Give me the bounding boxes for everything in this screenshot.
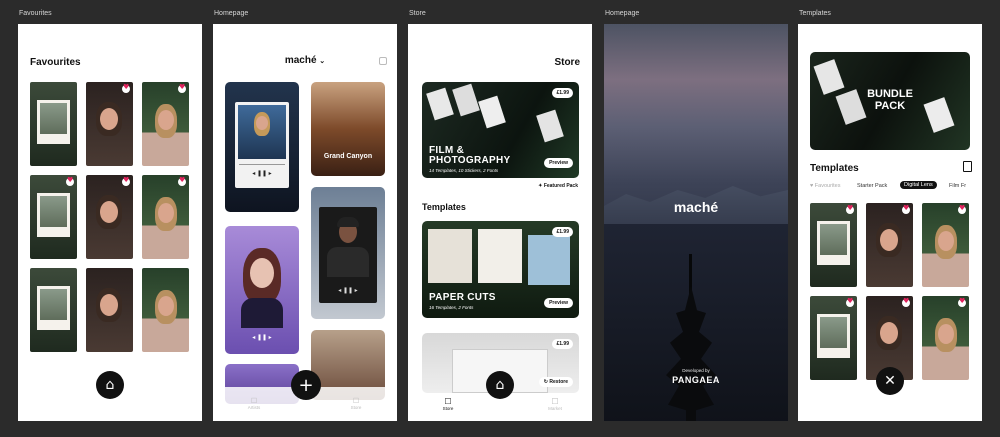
price-badge: £1.99 bbox=[552, 339, 573, 349]
tab-store[interactable]: ☐ Store bbox=[341, 397, 371, 410]
sparkle-icon: ✦ bbox=[538, 183, 543, 189]
template-thumb[interactable] bbox=[86, 268, 133, 352]
instagram-icon[interactable] bbox=[379, 57, 387, 65]
bundle-title: BUNDLE PACK bbox=[867, 88, 913, 112]
template-thumb[interactable] bbox=[30, 268, 77, 352]
template-thumb[interactable] bbox=[810, 296, 857, 380]
grand-canyon-card[interactable]: Grand Canyon bbox=[311, 82, 385, 176]
developer-logo: PANGAEA bbox=[672, 375, 720, 385]
polaroid bbox=[37, 286, 70, 330]
template-thumb[interactable] bbox=[866, 203, 913, 287]
frame-label-favourites: Favourites bbox=[19, 10, 52, 17]
splash-screen: maché Developed by PANGAEA bbox=[604, 24, 788, 421]
heart-icon[interactable] bbox=[902, 297, 910, 307]
add-button[interactable]: + bbox=[291, 370, 321, 400]
template-thumb[interactable] bbox=[142, 268, 189, 352]
filter-favourites[interactable]: ♥ Favourites bbox=[810, 183, 840, 189]
music-card[interactable]: ◂ ❚❚ ▸ bbox=[225, 82, 299, 212]
template-thumb[interactable] bbox=[86, 175, 133, 259]
polaroid bbox=[37, 193, 70, 237]
polaroid bbox=[817, 221, 850, 265]
media-controls-icon[interactable]: ◂ ❚❚ ▸ bbox=[225, 334, 299, 341]
pack-subtitle: 14 Templates, 10 Stickers, 2 Fonts bbox=[429, 168, 499, 173]
page-title: Favourites bbox=[30, 57, 81, 68]
paper-cuts-pack-card[interactable]: £1.99 PAPER CUTS 16 Templates, 2 Fonts P… bbox=[422, 221, 579, 318]
filter-digital-lens[interactable]: Digital Lens bbox=[900, 181, 937, 189]
bag-icon: ☐ bbox=[352, 398, 360, 405]
tab-artists[interactable]: ☐ Artists bbox=[239, 397, 269, 410]
card-title: Grand Canyon bbox=[323, 153, 373, 160]
heart-icon[interactable] bbox=[958, 204, 966, 214]
media-controls-icon[interactable]: ◂ ❚❚ ▸ bbox=[235, 170, 289, 177]
brand-logo: maché bbox=[673, 199, 719, 215]
page-title: Templates bbox=[810, 163, 859, 174]
restore-button[interactable]: ↻ Restore bbox=[538, 377, 573, 387]
template-thumb[interactable] bbox=[86, 82, 133, 166]
pack-title: FILM & PHOTOGRAPHY bbox=[429, 145, 511, 166]
heart-icon[interactable] bbox=[178, 176, 186, 186]
refresh-icon: ↻ bbox=[543, 379, 548, 385]
template-thumb[interactable] bbox=[922, 203, 969, 287]
film-photography-pack-card[interactable]: £1.99 FILM & PHOTOGRAPHY 14 Templates, 1… bbox=[422, 82, 579, 178]
filter-film-frames[interactable]: Film Fr bbox=[949, 183, 966, 189]
template-thumb[interactable] bbox=[30, 175, 77, 259]
close-button[interactable]: ✕ bbox=[876, 367, 904, 395]
template-thumb[interactable] bbox=[142, 82, 189, 166]
music-card[interactable]: ◂ ❚❚ ▸ bbox=[311, 187, 385, 319]
template-thumb[interactable] bbox=[142, 175, 189, 259]
frame-label-templates: Templates bbox=[799, 10, 831, 17]
homepage-feed-screen: maché ⌄ ◂ ❚❚ ▸ Grand Canyon ◂ ❚❚ ▸ ◂ ❚❚ … bbox=[213, 24, 397, 421]
favourites-screen: Favourites ⌂ bbox=[18, 24, 202, 421]
pack-title: PAPER CUTS bbox=[429, 292, 496, 303]
preview-button[interactable]: Preview bbox=[544, 158, 573, 168]
heart-icon[interactable] bbox=[902, 204, 910, 214]
template-thumb[interactable] bbox=[922, 296, 969, 380]
frame-label-homepage: Homepage bbox=[214, 10, 249, 17]
filter-starter-pack[interactable]: Starter Pack bbox=[857, 183, 887, 189]
templates-screen: BUNDLE PACK Templates ♥ Favourites Start… bbox=[798, 24, 982, 421]
heart-icon[interactable] bbox=[178, 83, 186, 93]
page-title: Store bbox=[554, 57, 580, 68]
bag-icon[interactable] bbox=[963, 161, 972, 172]
brand-header[interactable]: maché ⌄ bbox=[213, 55, 397, 66]
section-title: Templates bbox=[422, 202, 466, 212]
template-thumb[interactable] bbox=[30, 82, 77, 166]
brand-logo: maché bbox=[284, 55, 317, 66]
preview-button[interactable]: Preview bbox=[544, 298, 573, 308]
heart-icon[interactable] bbox=[958, 297, 966, 307]
music-card[interactable]: ◂ ❚❚ ▸ bbox=[225, 226, 299, 354]
shop-icon: ☐ bbox=[551, 397, 559, 406]
tab-store[interactable]: ☐ Store bbox=[433, 397, 463, 411]
frame-label-homepage-splash: Homepage bbox=[605, 10, 640, 17]
store-screen: Store £1.99 FILM & PHOTOGRAPHY 14 Templa… bbox=[408, 24, 592, 421]
heart-icon[interactable] bbox=[122, 83, 130, 93]
home-button[interactable]: ⌂ bbox=[96, 371, 124, 399]
pack-subtitle: 16 Templates, 2 Fonts bbox=[429, 305, 474, 310]
home-icon: ⌂ bbox=[495, 377, 505, 393]
heart-icon[interactable] bbox=[846, 297, 854, 307]
heart-icon[interactable] bbox=[846, 204, 854, 214]
heart-icon[interactable] bbox=[66, 176, 74, 186]
user-icon: ☐ bbox=[250, 398, 258, 405]
price-badge: £1.99 bbox=[552, 227, 573, 237]
media-controls-icon[interactable]: ◂ ❚❚ ▸ bbox=[319, 287, 377, 294]
polaroid bbox=[37, 100, 70, 144]
bag-icon: ☐ bbox=[444, 397, 452, 406]
template-thumb[interactable] bbox=[810, 203, 857, 287]
close-icon: ✕ bbox=[884, 373, 896, 389]
heart-icon[interactable] bbox=[122, 176, 130, 186]
frame-label-store: Store bbox=[409, 10, 426, 17]
bundle-pack-banner[interactable]: BUNDLE PACK bbox=[810, 52, 970, 150]
developed-by-label: Developed by bbox=[682, 368, 710, 373]
price-badge: £1.99 bbox=[552, 88, 573, 98]
plus-icon: + bbox=[298, 374, 314, 396]
polaroid bbox=[817, 314, 850, 358]
tab-market[interactable]: ☐ Market bbox=[540, 397, 570, 411]
home-icon: ⌂ bbox=[105, 377, 115, 393]
chevron-down-icon: ⌄ bbox=[319, 58, 326, 65]
featured-pack-label: ✦ Featured Pack bbox=[538, 183, 578, 189]
home-button[interactable]: ⌂ bbox=[486, 371, 514, 399]
